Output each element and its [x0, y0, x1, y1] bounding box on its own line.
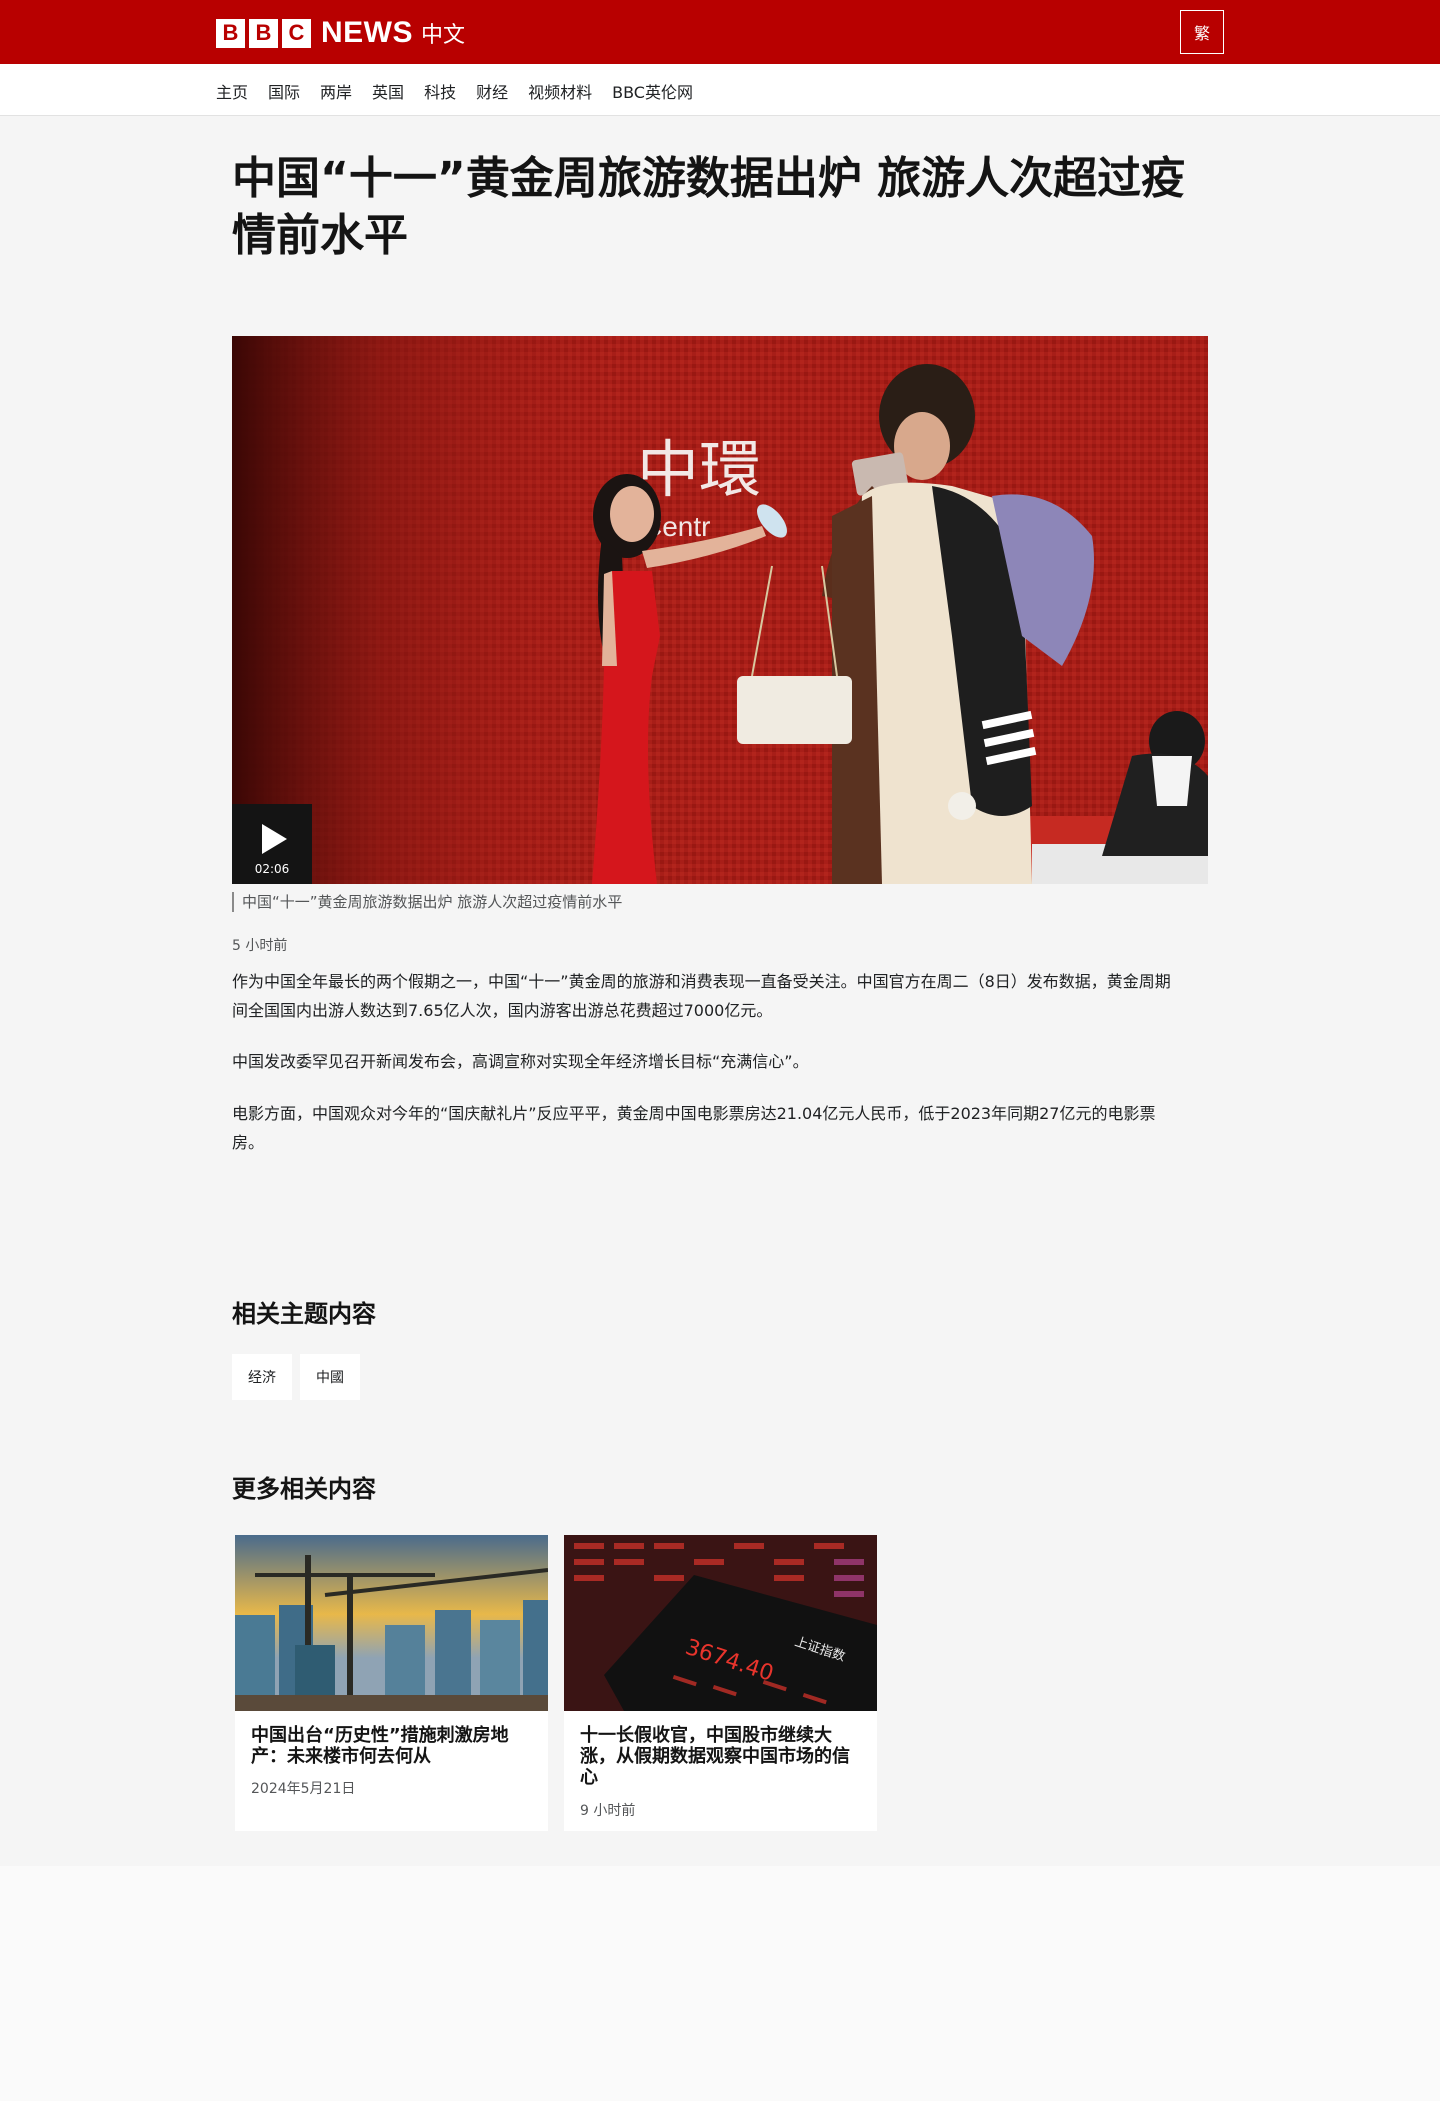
nav-item-finance[interactable]: 财经 [476, 79, 508, 103]
nav-item-video[interactable]: 视频材料 [528, 79, 592, 103]
card-date: 2024年5月21日 [251, 1781, 356, 1797]
card-date: 9 小时前 [580, 1803, 636, 1819]
logo-block-b2: B [249, 18, 278, 48]
card-title: 中国出台“历史性”措施刺激房地产：未来楼市何去何从 [251, 1725, 509, 1767]
related-card[interactable]: 3674.40 上证指数 十一长假收官，中国股市继续大涨，从假期数据观察中国市场… [564, 1535, 877, 1831]
article-timestamp: 5 小时前 [232, 938, 288, 954]
play-icon [262, 824, 287, 854]
video-player[interactable]: 中環 Centr 02:06 [232, 336, 1208, 884]
video-duration: 02:06 [254, 862, 290, 876]
related-topics-title: 相关主题内容 [232, 1300, 376, 1328]
more-related-title: 更多相关内容 [232, 1475, 376, 1503]
nav-item-international[interactable]: 国际 [268, 79, 300, 103]
nav-item-bbc-uk-china[interactable]: BBC英伦网 [612, 79, 693, 103]
traditional-chinese-toggle-button[interactable]: 繁 [1180, 10, 1224, 54]
nav-item-cross-strait[interactable]: 两岸 [320, 79, 352, 103]
article-headline: 中国“十一”黄金周旅游数据出炉 旅游人次超过疫情前水平 [232, 153, 1186, 261]
nav-item-uk[interactable]: 英国 [372, 79, 404, 103]
nav-item-home[interactable]: 主页 [216, 79, 248, 103]
article-paragraph: 作为中国全年最长的两个假期之一，中国“十一”黄金周的旅游和消费表现一直备受关注。… [232, 972, 1171, 1020]
video-caption: 中国“十一”黄金周旅游数据出炉 旅游人次超过疫情前水平 [232, 892, 622, 912]
top-bar: B B C NEWS 中文 繁 [0, 0, 1440, 64]
bbc-news-logo[interactable]: B B C NEWS 中文 [216, 16, 465, 50]
page-footer-area [0, 1866, 1440, 2101]
related-card[interactable]: 中国出台“历史性”措施刺激房地产：未来楼市何去何从 2024年5月21日 [235, 1535, 548, 1831]
card-thumbnail [235, 1535, 548, 1711]
logo-block-b1: B [216, 18, 245, 48]
topic-tag-economy[interactable]: 经济 [232, 1354, 292, 1400]
logo-language-text: 中文 [421, 23, 466, 48]
video-thumbnail: 中環 Centr [232, 336, 1208, 884]
card-title: 十一长假收官，中国股市继续大涨，从假期数据观察中国市场的信心 [580, 1725, 850, 1788]
topic-tag-china[interactable]: 中國 [300, 1354, 360, 1400]
main-navigation: 主页 国际 两岸 英国 科技 财经 视频材料 BBC英伦网 [0, 64, 1440, 116]
video-play-button[interactable]: 02:06 [232, 804, 312, 884]
logo-news-text: NEWS [321, 16, 413, 49]
logo-block-c: C [282, 18, 311, 48]
card-thumbnail: 3674.40 上证指数 [564, 1535, 877, 1711]
article-paragraph: 中国发改委罕见召开新闻发布会，高调宣称对实现全年经济增长目标“充满信心”。 [232, 1052, 809, 1071]
article-paragraph: 电影方面，中国观众对今年的“国庆献礼片”反应平平，黄金周中国电影票房达21.04… [232, 1104, 1156, 1152]
nav-item-technology[interactable]: 科技 [424, 79, 456, 103]
